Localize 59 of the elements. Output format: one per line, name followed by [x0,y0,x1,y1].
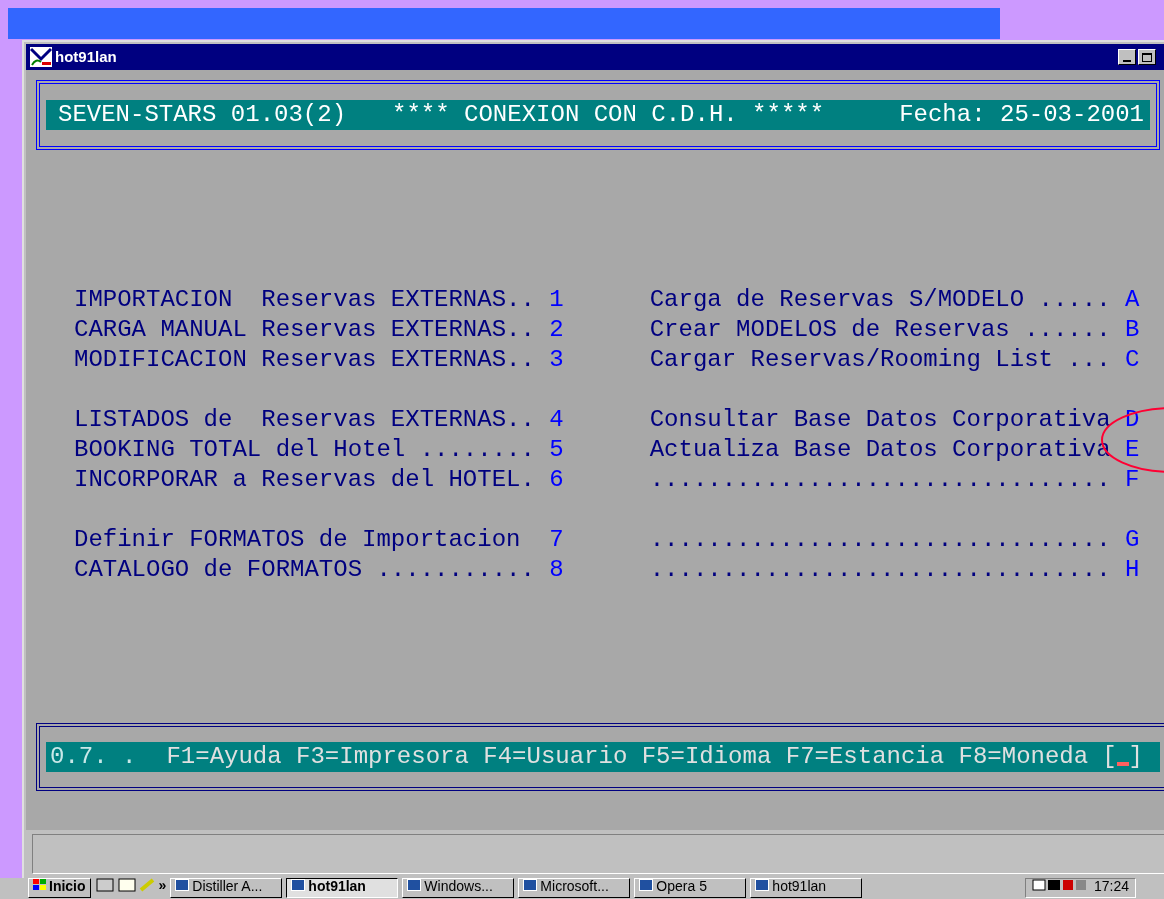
connection-title: **** CONEXION CON C.D.H. ***** [392,103,825,127]
menu-option-label: INCORPORAR a Reservas del HOTEL. [74,468,535,492]
program-icon [523,879,538,891]
menu-option-label: BOOKING TOTAL del Hotel ........ [74,438,535,462]
menu-option-key: B [1124,318,1140,342]
minimize-button[interactable] [1118,49,1136,65]
menu-option-key: A [1124,288,1140,312]
menu-option-key: G [1124,528,1140,552]
start-button[interactable]: Inicio [28,878,91,898]
menu-option-key: 1 [549,288,564,312]
program-icon [407,879,422,891]
taskbar-button[interactable]: Opera 5 [634,878,747,898]
menu-option-key: 2 [549,318,564,342]
taskbar-button[interactable]: Distiller A... [170,878,283,898]
menu-option-key: E [1124,438,1140,462]
version-code: 0.7. . [50,745,137,769]
menu-option-label: LISTADOS de Reservas EXTERNAS.. [74,408,535,432]
taskbar-button[interactable]: Windows... [402,878,515,898]
menu-option-key: 6 [549,468,564,492]
menu-option-key: F [1124,468,1140,492]
menu-option-label: IMPORTACION Reservas EXTERNAS.. [74,288,535,312]
prompt-close-bracket: ] [1128,745,1143,769]
menu-option-label: Crear MODELOS de Reservas ...... [649,318,1111,342]
menu-option-key: H [1124,558,1140,582]
menu-option-key: 8 [549,558,564,582]
menu-option-key: C [1124,348,1140,372]
prompt-open-bracket: [ [1102,745,1117,769]
quick-launch-icon[interactable] [94,878,155,894]
function-keys: F1=Ayuda F3=Impresora F4=Usuario F5=Idioma F7=Estancia F8=Moneda [166,745,1089,769]
program-icon [175,879,190,891]
cursor-icon [1116,762,1129,766]
menu-option-label: Consultar Base Datos Corporativa [649,408,1111,432]
menu-option-label: ................................ [649,468,1111,492]
clock: 17:24 [1093,879,1129,893]
menu-option-key: 3 [549,348,564,372]
program-icon [291,879,306,891]
menu-option-key: 5 [549,438,564,462]
windows-logo-icon [33,879,47,891]
program-icon [639,879,654,891]
program-icon [755,879,770,891]
menu-option-label: Cargar Reservas/Rooming List ... [649,348,1111,372]
menu-option-label: MODIFICACION Reservas EXTERNAS.. [74,348,535,372]
taskbar-button[interactable]: Microsoft... [518,878,631,898]
menu-option-key: 4 [549,408,564,432]
taskbar-button[interactable]: hot91lan [286,878,399,898]
menu-option-label: Definir FORMATOS de Importacion [74,528,522,552]
app-logo-icon [30,47,52,67]
date-label: Fecha: 25-03-2001 [899,103,1144,127]
taskbar-button[interactable]: hot91lan [750,878,863,898]
menu-option-label: CATALOGO de FORMATOS ........... [74,558,535,582]
system-version: SEVEN-STARS 01.03(2) [58,103,347,127]
maximize-button[interactable] [1138,49,1156,65]
window-title: hot91lan [55,46,117,67]
menu-option-label: CARGA MANUAL Reservas EXTERNAS.. [74,318,535,342]
more-quick-launch[interactable]: » [158,878,167,892]
menu-option-label: ................................ [649,558,1111,582]
menu-option-label: ................................ [649,528,1111,552]
menu-option-label: Carga de Reservas S/MODELO ..... [649,288,1111,312]
menu-option-key: 7 [549,528,564,552]
